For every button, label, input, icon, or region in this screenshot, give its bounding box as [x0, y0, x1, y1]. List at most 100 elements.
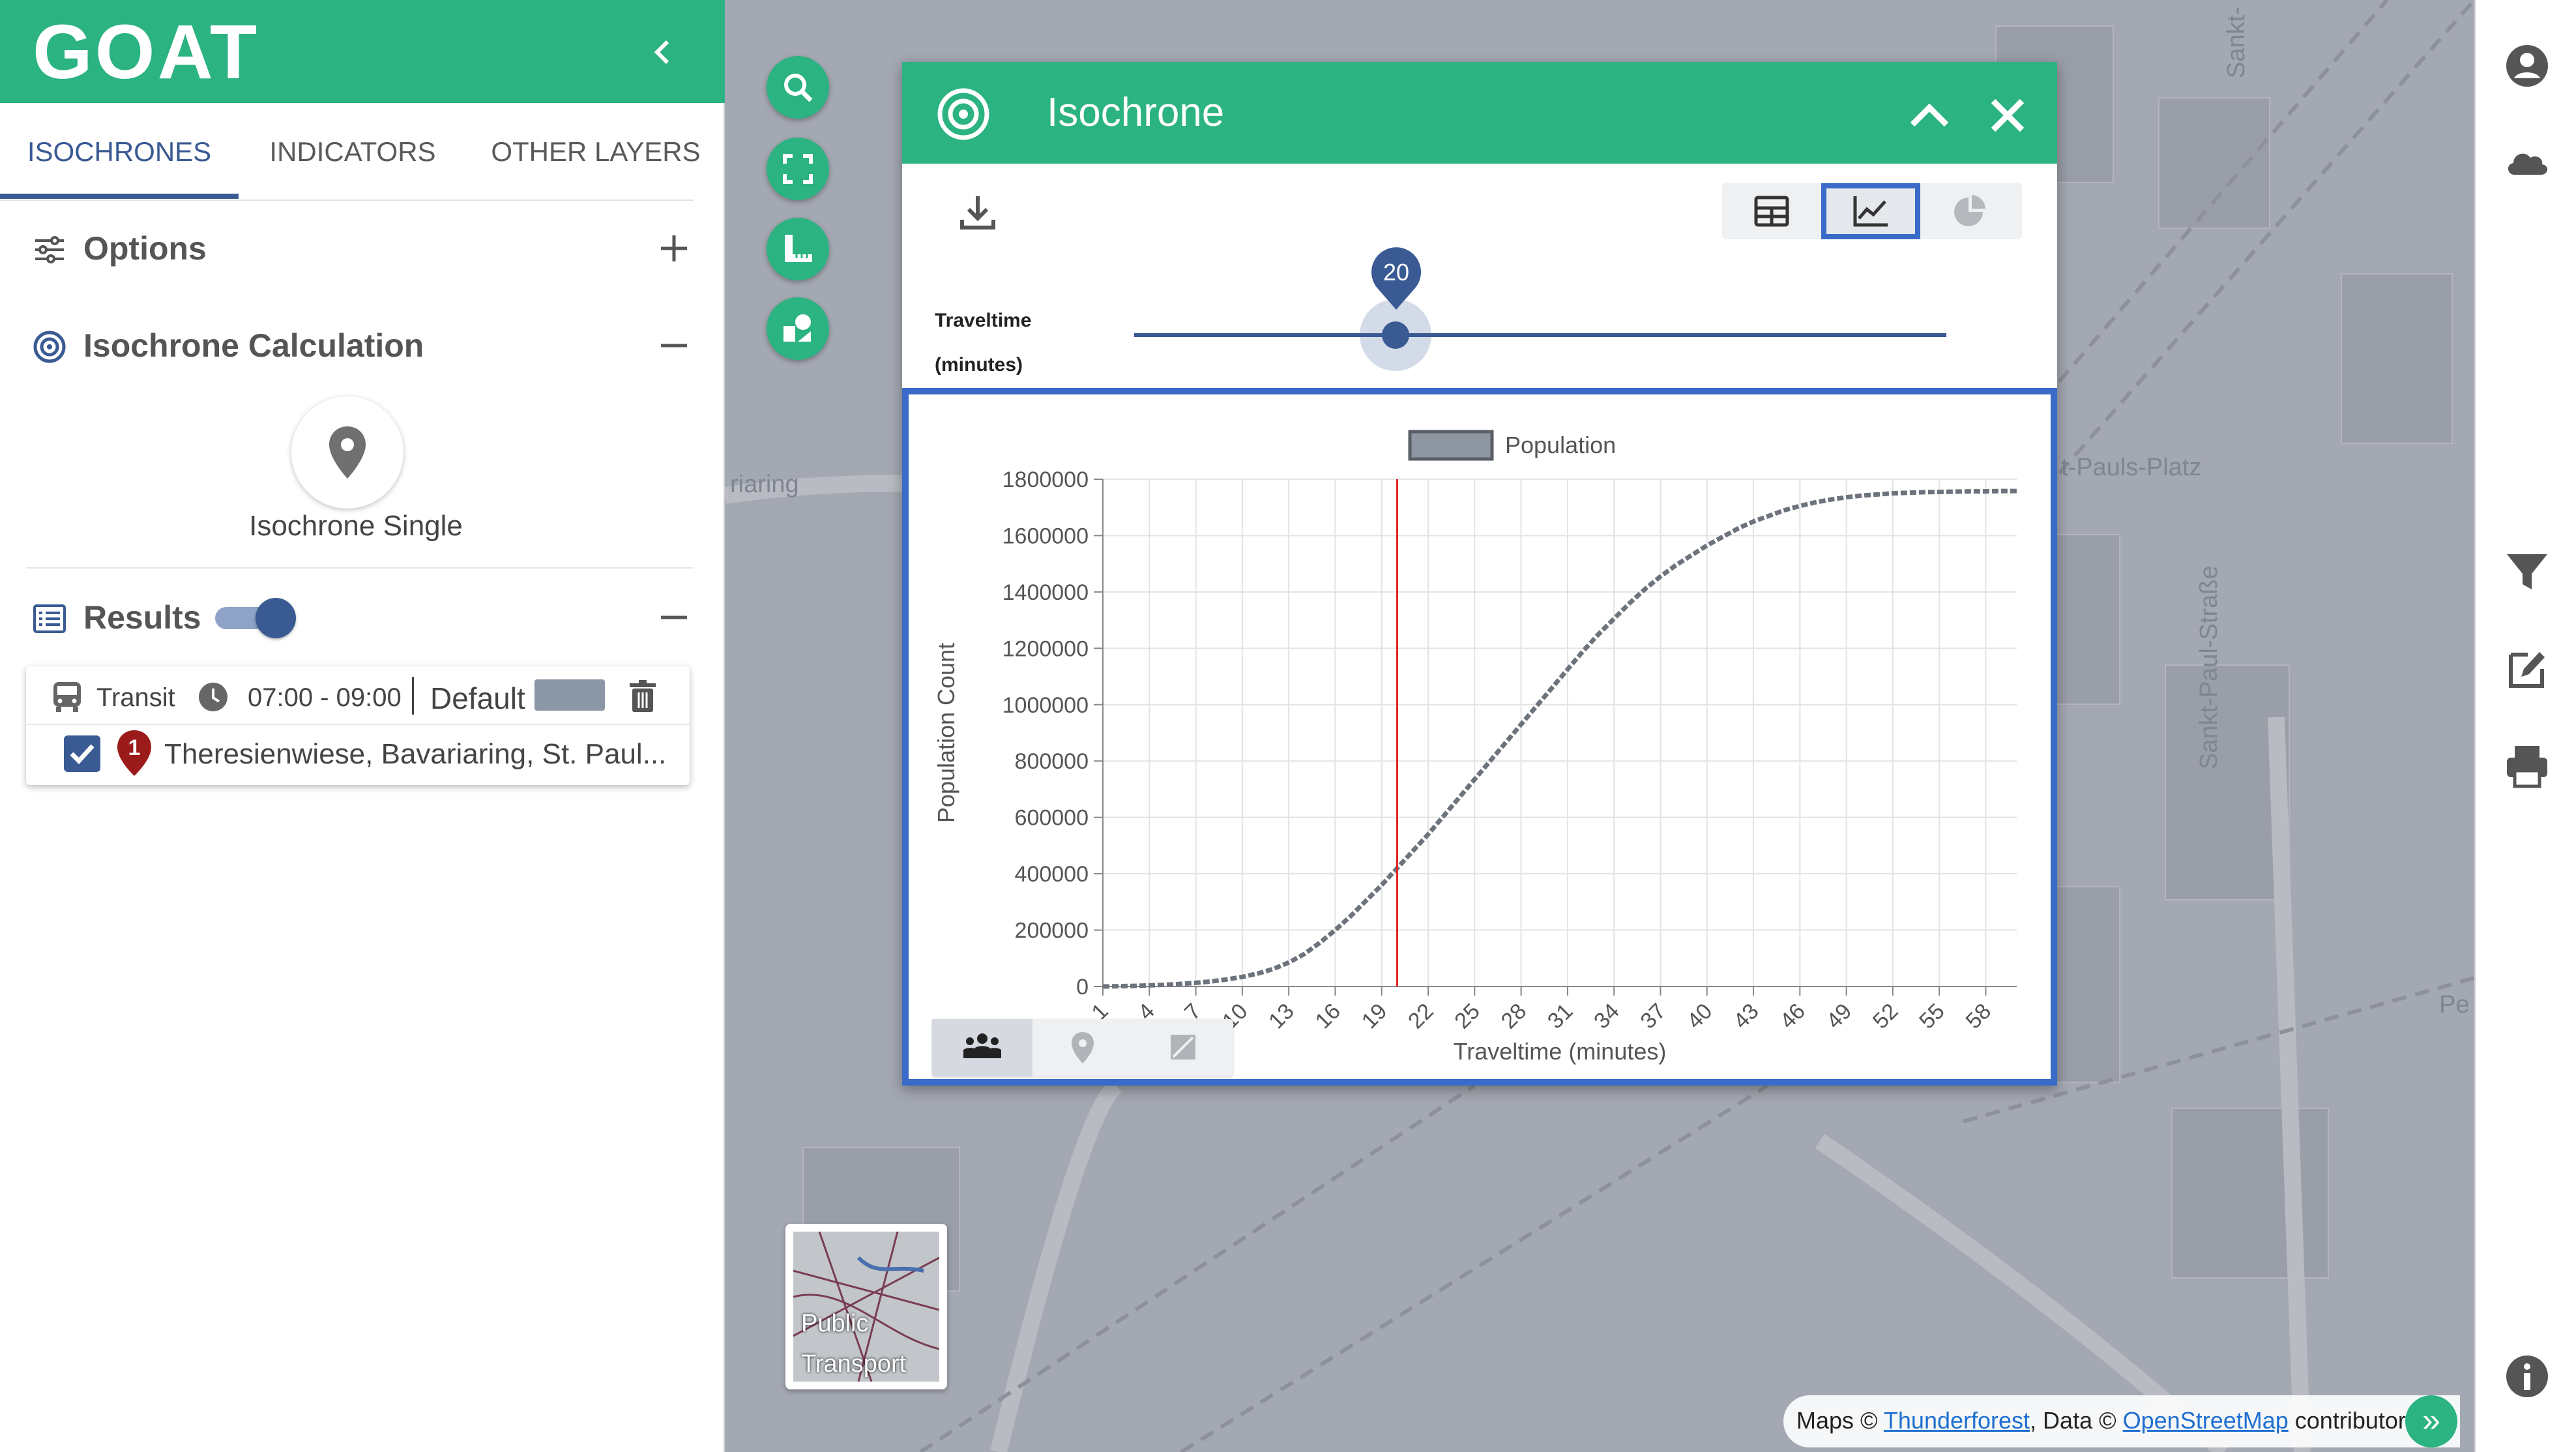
line-chart-view-button[interactable]	[1821, 183, 1920, 239]
result-color-swatch[interactable]	[534, 679, 605, 711]
target-icon	[33, 331, 66, 363]
y-tick-label: 600000	[1015, 806, 1089, 831]
pois-mode-button[interactable]	[1032, 1019, 1133, 1076]
basemap-switcher[interactable]: Public Transport	[785, 1224, 947, 1389]
legend-swatch	[1408, 430, 1494, 461]
map-pin-icon	[329, 426, 366, 479]
minus-icon[interactable]	[654, 598, 694, 637]
isochrone-single-button[interactable]	[291, 396, 403, 509]
x-tick-label: 13	[1264, 999, 1299, 1034]
plus-icon[interactable]	[654, 229, 694, 268]
chart-panel: 0 200000 400000 600000 800000 1000000 1200000 1…	[902, 388, 2057, 1086]
section-divider	[26, 567, 694, 569]
attribution-suffix: contributors	[2288, 1407, 2418, 1434]
dialog-title: Isochrone	[1047, 90, 1225, 135]
x-tick-label: 46	[1775, 999, 1810, 1034]
table-view-button[interactable]	[1722, 183, 1821, 239]
edit-icon[interactable]	[2503, 645, 2551, 694]
tab-isochrones[interactable]: ISOCHRONES	[0, 103, 239, 201]
map-pin-icon	[1072, 1032, 1094, 1063]
options-label: Options	[83, 230, 207, 267]
map-place-label: t-Pauls-Platz	[2061, 454, 2202, 481]
y-tick-label: 1200000	[1003, 636, 1089, 661]
attribution-expand-button[interactable]: »	[2405, 1395, 2457, 1447]
active-tab-indicator	[0, 194, 239, 199]
x-tick-label: 58	[1961, 999, 1997, 1034]
account-icon[interactable]	[2503, 42, 2551, 90]
results-section-header[interactable]: Results	[33, 591, 694, 644]
sidebar: GOAT ISOCHRONES INDICATORS OTHER LAYERS …	[0, 0, 725, 1452]
isochrone-calculation-header[interactable]: Isochrone Calculation	[33, 319, 694, 372]
x-tick-label: 49	[1822, 999, 1857, 1034]
x-tick-label: 55	[1914, 999, 1950, 1034]
fullscreen-button[interactable]	[767, 138, 829, 200]
thunderforest-link[interactable]: Thunderforest	[1884, 1407, 2030, 1434]
people-icon	[963, 1033, 1001, 1058]
x-tick-label: 25	[1450, 999, 1485, 1034]
options-section-header[interactable]: Options	[33, 222, 694, 274]
slider-track	[1134, 333, 1946, 337]
table-icon	[1754, 196, 1789, 227]
attribution-middle: , Data ©	[2030, 1407, 2123, 1434]
y-axis-title: Population Count	[933, 643, 959, 823]
tabs-divider	[0, 200, 694, 201]
dialog-header: Isochrone	[902, 62, 2057, 164]
close-icon[interactable]	[1984, 92, 2031, 139]
result-time: 07:00 - 09:00	[248, 683, 402, 712]
map-attribution: Maps © Thunderforest, Data © OpenStreetM…	[1783, 1395, 2460, 1447]
clock-icon	[199, 683, 227, 711]
tab-other-layers[interactable]: OTHER LAYERS	[467, 103, 725, 201]
measure-button[interactable]	[767, 218, 829, 280]
list-icon	[33, 604, 66, 633]
attribution-text: Maps © Thunderforest, Data © OpenStreetM…	[1796, 1407, 2418, 1434]
area-mode-button[interactable]	[1133, 1019, 1233, 1076]
info-icon[interactable]	[2503, 1352, 2551, 1400]
cloud-icon[interactable]	[2503, 138, 2551, 186]
checkbox-checked-icon[interactable]	[63, 734, 102, 773]
print-icon[interactable]	[2503, 742, 2551, 790]
population-chart: 0 200000 400000 600000 800000 1000000 1200000 1…	[933, 430, 2017, 1065]
tab-indicators[interactable]: INDICATORS	[239, 103, 467, 201]
brand-bar: GOAT	[0, 0, 725, 103]
draw-button[interactable]	[767, 297, 829, 360]
x-tick-label: 52	[1868, 999, 1903, 1034]
right-toolbar	[2474, 0, 2576, 1452]
x-tick-label: 22	[1403, 999, 1439, 1034]
filter-icon[interactable]	[2503, 549, 2551, 597]
line-chart-icon	[1853, 196, 1888, 227]
download-icon[interactable]	[954, 190, 1001, 237]
result-mode: Transit	[96, 683, 175, 712]
basemap-label: Public Transport	[801, 1310, 907, 1378]
x-axis-title: Traveltime (minutes)	[1454, 1038, 1667, 1065]
result-separator	[412, 677, 414, 715]
results-label: Results	[83, 599, 201, 636]
sidebar-tabs: ISOCHRONES INDICATORS OTHER LAYERS	[0, 103, 725, 201]
population-mode-button[interactable]	[932, 1019, 1032, 1076]
traveltime-unit-label: (minutes)	[935, 354, 1023, 376]
chevron-up-icon[interactable]	[1906, 92, 1953, 139]
shapes-icon	[783, 314, 811, 342]
delete-icon[interactable]	[624, 678, 661, 715]
attribution-prefix: Maps ©	[1796, 1407, 1884, 1434]
openstreetmap-link[interactable]: OpenStreetMap	[2123, 1407, 2289, 1434]
minus-icon[interactable]	[654, 326, 694, 365]
isochrone-dialog: Isochrone Traveltime (minutes) 20 0 2000…	[902, 62, 2057, 1086]
y-tick-label: 400000	[1015, 862, 1089, 887]
collapse-sidebar-button[interactable]	[645, 34, 682, 70]
x-tick-label: 28	[1497, 999, 1532, 1034]
legend-label: Population	[1505, 432, 1616, 458]
marker-number: 1	[128, 735, 141, 760]
map-street-label: Sankt-	[2223, 7, 2250, 78]
results-visibility-switch[interactable]	[215, 598, 297, 638]
traveltime-label: Traveltime	[935, 310, 1032, 331]
result-card[interactable]: Transit 07:00 - 09:00 Default 1 Theresie…	[26, 666, 690, 785]
pie-chart-view-button[interactable]	[1920, 183, 2019, 239]
x-tick-label: 34	[1589, 999, 1624, 1034]
map-street-label: Pe	[2439, 991, 2470, 1018]
target-icon	[937, 88, 989, 140]
isochrone-calculation-label: Isochrone Calculation	[83, 327, 424, 364]
y-tick-label: 200000	[1015, 919, 1089, 943]
search-button[interactable]	[767, 56, 829, 119]
y-tick-label: 0	[1076, 975, 1089, 1000]
isochrone-single-label: Isochrone Single	[249, 510, 463, 542]
